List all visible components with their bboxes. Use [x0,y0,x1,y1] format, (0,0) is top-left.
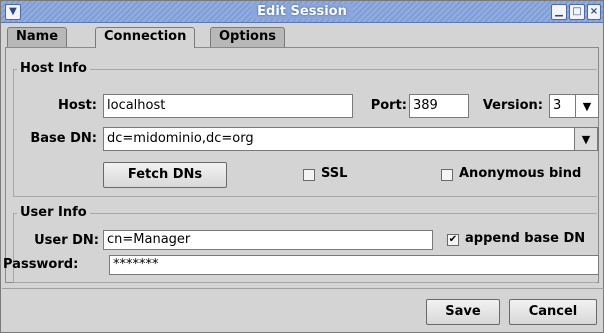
footer-divider [2,288,604,289]
version-value: 3 [553,98,562,113]
password-input[interactable]: ******* [109,255,599,275]
tab-connection[interactable]: Connection [95,27,196,48]
chevron-down-icon: ▼ [582,99,592,113]
password-label: Password: [3,257,79,272]
port-input[interactable]: 389 [409,94,469,118]
ssl-checkbox[interactable] [303,169,315,181]
user-dn-label: User DN: [34,233,99,248]
base-dn-label: Base DN: [30,131,97,146]
minimize-icon: ▁ [555,6,563,17]
close-button[interactable]: × [587,4,601,20]
version-label: Version: [482,98,543,113]
user-dn-input[interactable]: cn=Manager [103,230,433,250]
tab-options[interactable]: Options [210,27,285,47]
window-menu-button[interactable]: ▼ [5,4,21,20]
user-info-title: User Info [17,205,90,220]
host-input[interactable]: localhost [103,94,353,118]
checkmark-icon: ✔ [448,234,458,245]
maximize-button[interactable]: □ [569,4,585,20]
tab-name[interactable]: Name [7,27,68,47]
append-base-dn-checkbox[interactable]: ✔ [447,234,459,246]
chevron-down-icon: ▼ [9,6,17,17]
version-dropdown-button[interactable]: ▼ [575,94,599,118]
host-label: Host: [58,98,97,113]
minimize-button[interactable]: ▁ [551,4,567,20]
cancel-button[interactable]: Cancel [509,299,597,325]
host-info-title: Host Info [17,61,90,76]
base-dn-dropdown-button[interactable]: ▼ [574,127,598,151]
close-icon: × [589,6,599,17]
anonymous-bind-checkbox[interactable] [441,169,453,181]
chevron-down-icon: ▼ [581,132,591,146]
base-dn-value: dc=midominio,dc=org [107,131,254,146]
port-label: Port: [370,98,407,113]
ssl-label: SSL [321,166,348,181]
append-base-dn-label: append base DN [465,231,586,246]
base-dn-combo[interactable]: dc=midominio,dc=org [103,127,599,151]
save-button[interactable]: Save [426,299,500,325]
title-bar[interactable] [1,1,603,23]
maximize-icon: □ [572,6,582,17]
edit-session-window: Edit Session ▼ ▁ □ × Name Connection Opt… [0,0,604,333]
fetch-dns-button[interactable]: Fetch DNs [103,162,227,188]
anonymous-bind-label: Anonymous bind [459,166,582,181]
